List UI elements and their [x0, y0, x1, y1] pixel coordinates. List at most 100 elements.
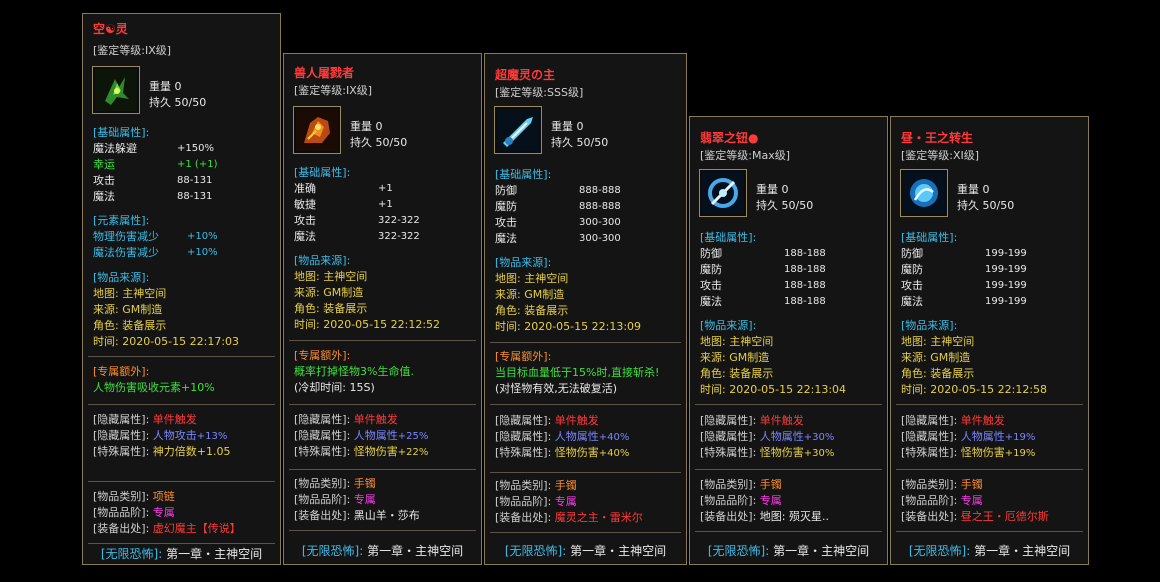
- item-tooltip-card: 空☯灵 [鉴定等级:IX级] 重量 0 持久 50/50 [基础属性]: 魔法躲…: [82, 13, 281, 565]
- divider: [88, 543, 275, 544]
- item-name: 兽人屠戮者: [294, 66, 355, 80]
- divider: [896, 404, 1083, 405]
- weight-line: 重量 0: [756, 183, 789, 196]
- attr-row: 防御 188-188: [700, 247, 826, 260]
- divider: [289, 530, 476, 531]
- item-source: [物品来源]: 地图: 主神空间 来源: GM制造 角色: 装备展示 时间: 2…: [700, 319, 847, 396]
- attr-row: 魔法 300-300: [495, 232, 621, 245]
- chapter-footer: [无限恐怖]: 第一章・主神空间: [301, 544, 464, 558]
- attr-row: 攻击 322-322: [294, 214, 420, 227]
- base-attributes: [基础属性]: 准确 +1 敏捷 +1 攻击 322-322 魔法 322-322: [294, 165, 473, 245]
- divider: [88, 481, 275, 482]
- hidden-attributes: [隐藏属性]: 单件触发 [隐藏属性]: 人物属性+19% [特殊属性]: 怪物…: [901, 414, 1036, 459]
- item-name: 翡翠之钮●: [700, 131, 759, 145]
- attr-row: 魔法 188-188: [700, 295, 826, 308]
- element-attributes: [元素属性]: 物理伤害减少 +10% 魔法伤害减少 +10%: [93, 213, 272, 261]
- weight-line: 重量 0: [957, 183, 990, 196]
- divider: [695, 404, 882, 405]
- chapter-footer: [无限恐怖]: 第一章・主神空间: [908, 544, 1071, 558]
- divider: [490, 404, 681, 405]
- exclusive-extra: [专属额外]: 人物伤害吸收元素+10%: [93, 365, 215, 394]
- divider: [289, 404, 476, 405]
- durability-line: 持久 50/50: [957, 199, 1015, 212]
- attr-row: 魔法 322-322: [294, 230, 420, 243]
- durability-line: 持久 50/50: [551, 136, 609, 149]
- attr-row: 魔法躲避 +150%: [93, 142, 214, 155]
- attr-row: 魔法伤害减少 +10%: [93, 246, 218, 259]
- section-header: [基础属性]:: [294, 166, 351, 179]
- section-header: [基础属性]:: [901, 231, 958, 244]
- item-grade: [鉴定等级:SSS级]: [495, 86, 584, 99]
- item-tooltip-card: 超魔灵の主 [鉴定等级:SSS级] 重量 0 持久 50/50 [基础属性]: …: [484, 53, 687, 565]
- attr-row: 攻击 300-300: [495, 216, 621, 229]
- divider: [88, 404, 275, 405]
- divider: [896, 469, 1083, 470]
- section-header: [基础属性]:: [495, 168, 552, 181]
- fire-beast-icon[interactable]: [293, 106, 341, 154]
- hidden-attributes: [隐藏属性]: 单件触发 [隐藏属性]: 人物属性+40% [特殊属性]: 怪物…: [495, 414, 630, 459]
- divider: [490, 472, 681, 473]
- divider: [88, 356, 275, 357]
- attr-row: 魔法 88-131: [93, 190, 213, 203]
- attr-row: 物理伤害减少 +10%: [93, 230, 218, 243]
- section-header: [基础属性]:: [93, 126, 150, 139]
- item-tooltip-card: 翡翠之钮● [鉴定等级:Max级] 重量 0 持久 50/50 [基础属性]: …: [689, 116, 888, 565]
- attr-row: 防御 888-888: [495, 184, 621, 197]
- chapter-footer: [无限恐怖]: 第一章・主神空间: [504, 544, 667, 558]
- divider: [490, 342, 681, 343]
- item-grade: [鉴定等级:XI级]: [901, 149, 980, 162]
- hidden-attributes: [隐藏属性]: 单件触发 [隐藏属性]: 人物属性+30% [特殊属性]: 怪物…: [700, 414, 835, 459]
- divider: [695, 531, 882, 532]
- item-source: [物品来源]: 地图: 主神空间 来源: GM制造 角色: 装备展示 时间: 2…: [901, 319, 1048, 396]
- item-meta: [物品类别]: 手镯 [物品品阶]: 专属 [装备出处]: 魔灵之主・雷米尔: [495, 479, 643, 524]
- section-header: [元素属性]:: [93, 214, 150, 227]
- base-attributes: [基础属性]: 防御 888-888 魔防 888-888 攻击 300-300 魔法…: [495, 167, 678, 247]
- exclusive-extra: [专属额外]: 概率打掉怪物3%生命值. (冷却时间: 15S): [294, 349, 414, 394]
- item-meta: [物品类别]: 手镯 [物品品阶]: 专属 [装备出处]: 昼之王・厄德尔斯: [901, 478, 1049, 523]
- item-meta: [物品类别]: 项链 [物品品阶]: 专属 [装备出处]: 虚幻魔主【传说】: [93, 490, 241, 535]
- weight-line: 重量 0: [350, 120, 383, 133]
- weight-line: 重量 0: [551, 120, 584, 133]
- divider: [289, 340, 476, 341]
- attr-row: 魔防 199-199: [901, 263, 1027, 276]
- divider: [896, 531, 1083, 532]
- durability-line: 持久 50/50: [350, 136, 408, 149]
- item-name: 超魔灵の主: [495, 68, 556, 82]
- hidden-attributes: [隐藏属性]: 单件触发 [隐藏属性]: 人物属性+25% [特殊属性]: 怪物…: [294, 413, 429, 458]
- chapter-footer: [无限恐怖]: 第一章・主神空间: [100, 547, 263, 561]
- green-claw-icon[interactable]: [92, 66, 140, 114]
- frost-ring-icon[interactable]: [699, 169, 747, 217]
- attr-row: 魔防 888-888: [495, 200, 621, 213]
- item-grade: [鉴定等级:Max级]: [700, 149, 791, 162]
- durability-line: 持久 50/50: [149, 96, 207, 109]
- item-grade: [鉴定等级:IX级]: [294, 84, 373, 97]
- weight-line: 重量 0: [149, 80, 182, 93]
- item-source: [物品来源]: 地图: 主神空间 来源: GM制造 角色: 装备展示 时间: 2…: [495, 256, 642, 333]
- attr-row: 魔防 188-188: [700, 263, 826, 276]
- base-attributes: [基础属性]: 防御 199-199 魔防 199-199 攻击 199-199 魔法…: [901, 230, 1080, 310]
- attr-row: 魔法 199-199: [901, 295, 1027, 308]
- blue-orb-icon[interactable]: [900, 169, 948, 217]
- item-name: 空☯灵: [93, 22, 128, 36]
- item-tooltip-card: 昼・王之转生 [鉴定等级:XI级] 重量 0 持久 50/50 [基础属性]: …: [890, 116, 1089, 565]
- hidden-attributes: [隐藏属性]: 单件触发 [隐藏属性]: 人物攻击+13% [特殊属性]: 神力…: [93, 413, 231, 458]
- item-tooltip-card: 兽人屠戮者 [鉴定等级:IX级] 重量 0 持久 50/50 [基础属性]: 准…: [283, 53, 482, 565]
- attr-row: 敏捷 +1: [294, 198, 393, 211]
- section-header: [基础属性]:: [700, 231, 757, 244]
- divider: [490, 532, 681, 533]
- item-grade: [鉴定等级:IX级]: [93, 44, 172, 57]
- item-meta: [物品类别]: 手镯 [物品品阶]: 专属 [装备出处]: 地图: 殒灭星..: [700, 478, 829, 523]
- attr-row: 防御 199-199: [901, 247, 1027, 260]
- attr-row: 准确 +1: [294, 182, 393, 195]
- base-attributes: [基础属性]: 防御 188-188 魔防 188-188 攻击 188-188 魔法…: [700, 230, 879, 310]
- attr-row: 攻击 88-131: [93, 174, 213, 187]
- attr-row: 幸运 +1 (+1): [93, 158, 218, 171]
- durability-line: 持久 50/50: [756, 199, 814, 212]
- attr-row: 攻击 199-199: [901, 279, 1027, 292]
- base-attributes: [基础属性]: 魔法躲避 +150% 幸运 +1 (+1) 攻击 88-131 魔法 8…: [93, 125, 272, 205]
- divider: [695, 469, 882, 470]
- divider: [289, 469, 476, 470]
- exclusive-extra: [专属额外]: 当目标血量低于15%时,直接斩杀! (对怪物有效,无法破复活): [495, 350, 660, 395]
- attr-row: 攻击 188-188: [700, 279, 826, 292]
- ice-blade-icon[interactable]: [494, 106, 542, 154]
